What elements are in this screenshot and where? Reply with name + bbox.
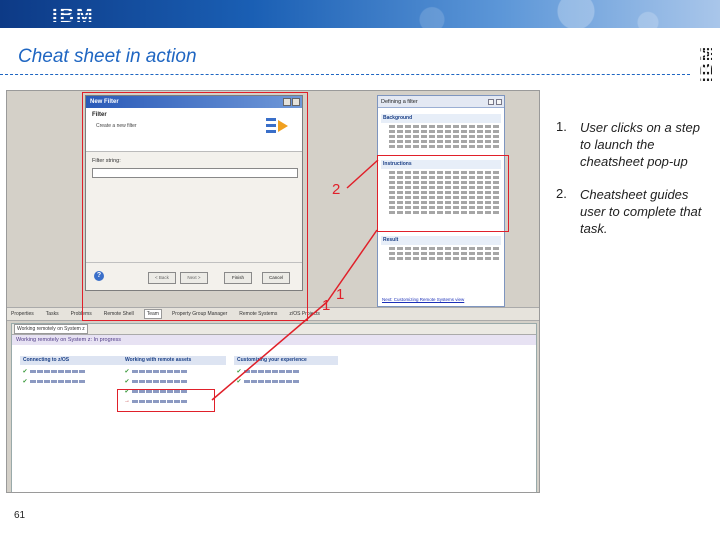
page-number: 61 [14, 510, 26, 521]
steps-list: 1. User clicks on a step to launch the c… [556, 119, 706, 253]
callout-1: 1 [322, 297, 331, 314]
slide: IBM Cheat sheet in action IBM New Filter… [0, 0, 720, 540]
callout-1: 1 [336, 286, 345, 303]
step-item: 2. Cheatsheet guides user to complete th… [556, 186, 706, 237]
step-text: User clicks on a step to launch the chea… [580, 120, 700, 169]
step-number: 2. [556, 186, 567, 201]
step-number: 1. [556, 119, 567, 134]
step-item: 1. User clicks on a step to launch the c… [556, 119, 706, 170]
annotation-arrows [211, 159, 379, 401]
callout-2: 2 [332, 181, 341, 198]
step-text: Cheatsheet guides user to complete that … [580, 187, 702, 236]
